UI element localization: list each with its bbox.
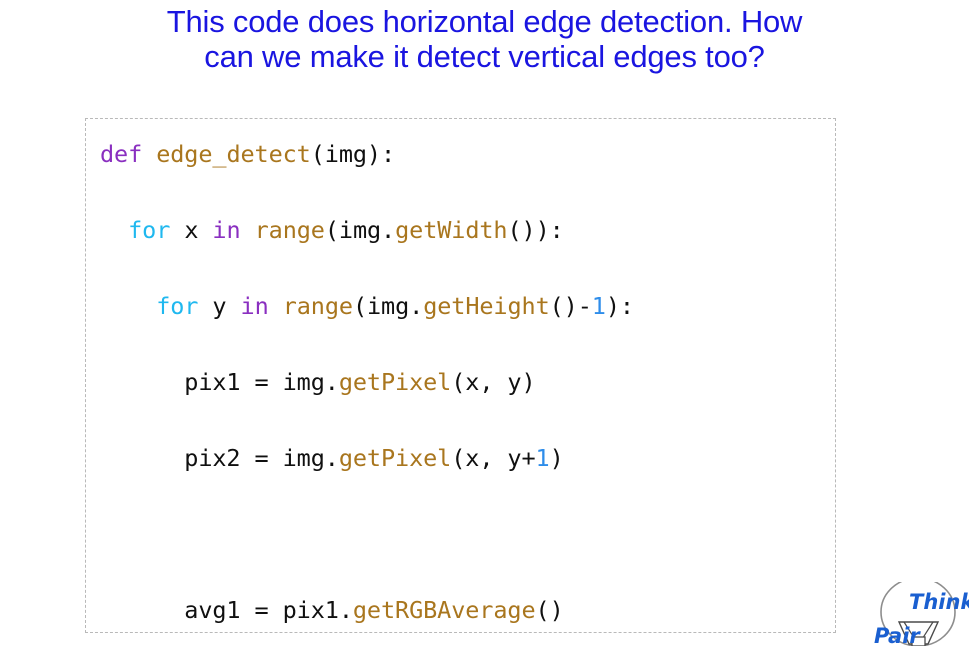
code-token: (x, y) [451, 368, 536, 396]
code-token: range [282, 292, 353, 320]
code-token: getPixel [338, 444, 452, 472]
code-token: pix1 = img. [100, 368, 339, 396]
code-line: def edge_detect(img): [100, 135, 835, 173]
code-token: (img. [352, 292, 424, 320]
code-token: ()- [549, 292, 592, 320]
code-token: pix2 = img. [100, 444, 339, 472]
code-token: 1 [591, 292, 606, 320]
page-title-line-1: This code does horizontal edge detection… [166, 4, 803, 39]
logo-text-think: Think [909, 590, 969, 614]
code-line: pix1 = img.getPixel(x, y) [100, 363, 835, 401]
code-listing: def edge_detect(img): for x in range(img… [86, 119, 835, 632]
code-token: range [254, 216, 325, 244]
code-token: () [535, 596, 564, 624]
code-token: avg1 = pix1. [100, 596, 353, 624]
code-token: in [240, 292, 269, 320]
code-token: for [128, 216, 171, 244]
code-token: def [100, 140, 157, 168]
lightbulb-icon: Think Pair [874, 582, 969, 646]
code-line: pix2 = img.getPixel(x, y+1) [100, 439, 835, 477]
code-token: (x, y+ [451, 444, 536, 472]
code-line: for x in range(img.getWidth()): [100, 211, 835, 249]
code-token: getPixel [338, 368, 452, 396]
code-token: 1 [535, 444, 550, 472]
code-token: getHeight [423, 292, 550, 320]
code-token: ) [549, 444, 564, 472]
code-token: in [212, 216, 241, 244]
code-token: y [198, 292, 241, 320]
code-token: getRGBAverage [352, 596, 536, 624]
page-title-line-2: can we make it detect vertical edges too… [204, 39, 765, 74]
code-token: x [170, 216, 213, 244]
code-token: getWidth [395, 216, 508, 244]
think-pair-share-logo: Think Pair [856, 582, 969, 646]
code-token: (img): [310, 140, 396, 168]
code-line: avg1 = pix1.getRGBAverage() [100, 591, 835, 629]
code-token: (img. [324, 216, 396, 244]
code-token: edge_detect [156, 140, 311, 168]
code-token: ): [605, 292, 634, 320]
page-title: This code does horizontal edge detection… [0, 0, 969, 74]
code-line: for y in range(img.getHeight()-1): [100, 287, 835, 325]
code-block-container: def edge_detect(img): for x in range(img… [85, 118, 836, 633]
logo-text-pair: Pair [874, 624, 921, 646]
code-token: ()): [507, 216, 564, 244]
code-token: for [156, 292, 199, 320]
